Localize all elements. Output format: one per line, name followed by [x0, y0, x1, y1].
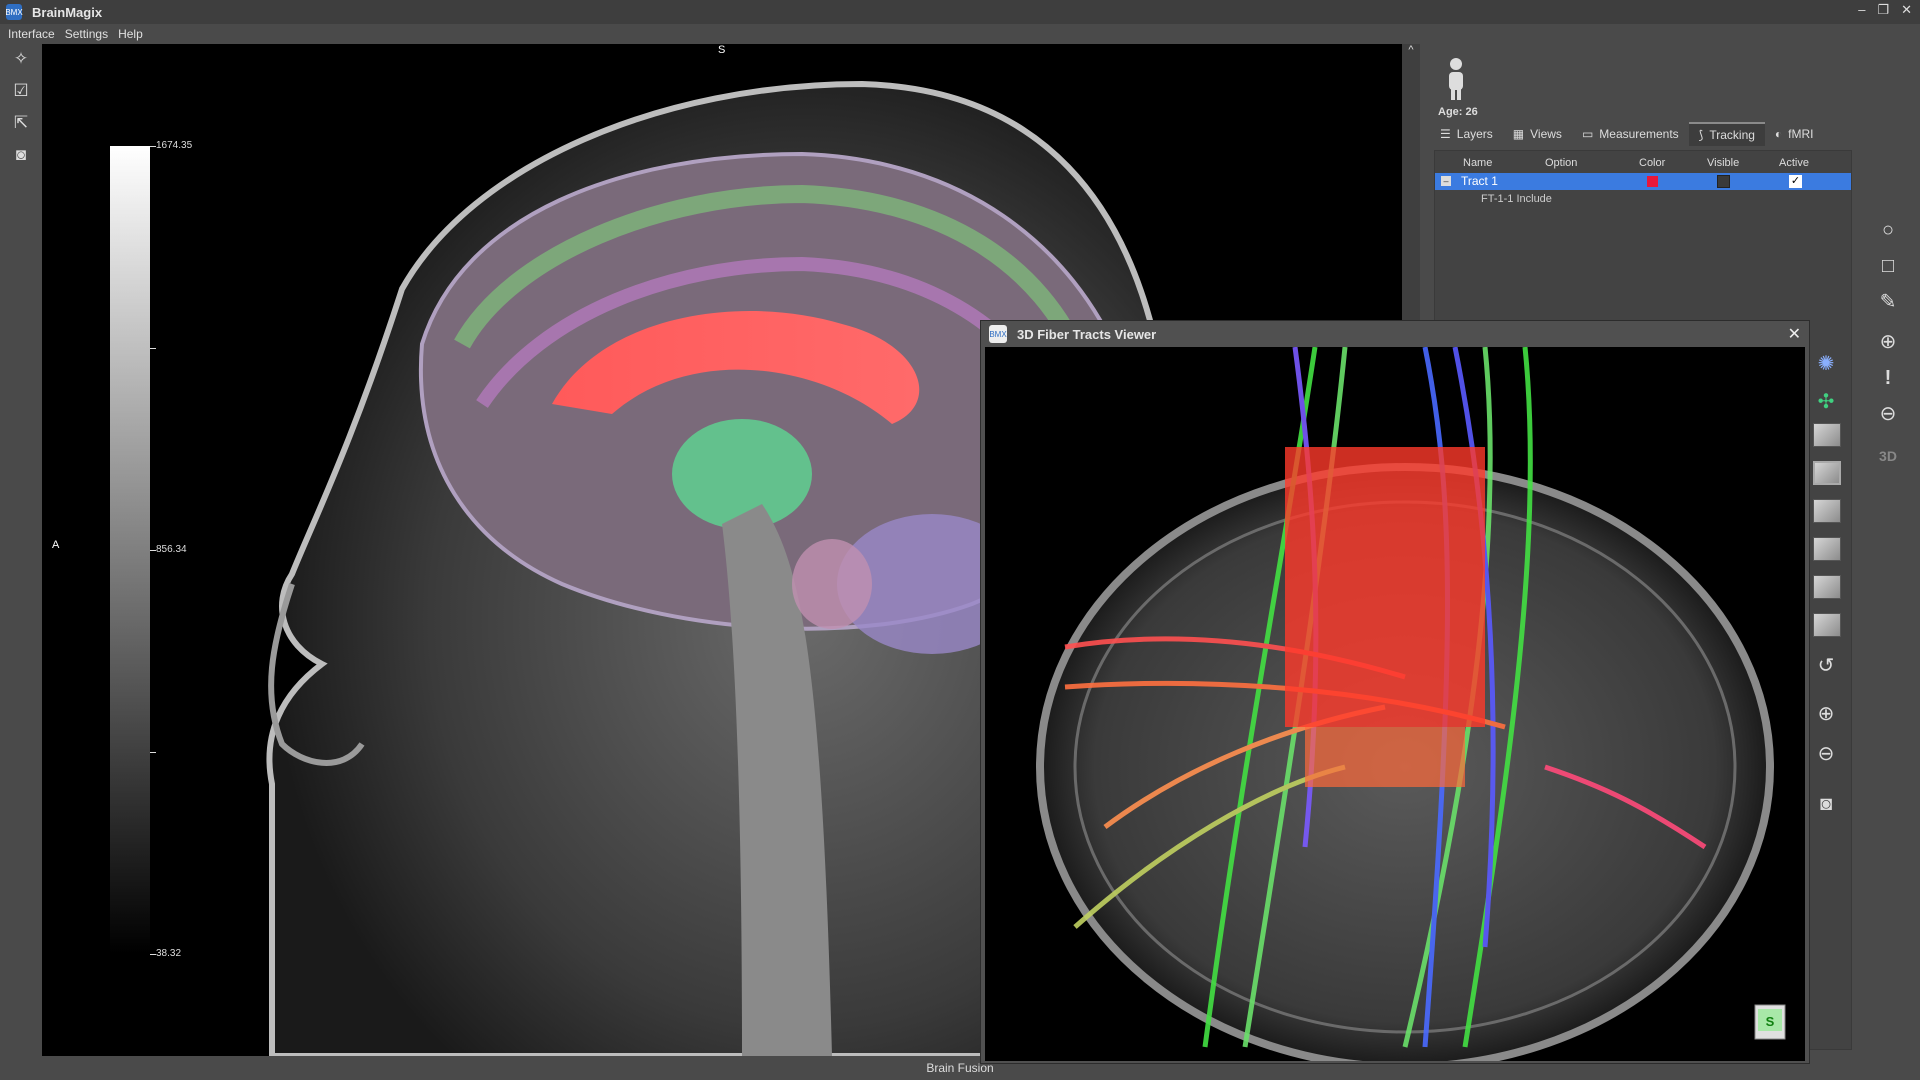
- fiber-tracts-3d-view[interactable]: S: [985, 347, 1805, 1061]
- table-header: Name Option Color Visible Active: [1435, 157, 1851, 173]
- maximize-button[interactable]: ❐: [1877, 2, 1889, 18]
- app-logo-icon: BMX: [989, 325, 1007, 343]
- colorbar: [110, 146, 150, 954]
- camera-icon[interactable]: ◙: [10, 144, 32, 166]
- export-icon[interactable]: ⇱: [10, 112, 32, 134]
- header-active: Active: [1779, 157, 1809, 169]
- 3d-icon[interactable]: 3D: [1876, 444, 1900, 468]
- menu-settings[interactable]: Settings: [65, 27, 108, 41]
- colorbar-mid-label: 856.34: [156, 544, 187, 555]
- zoom-in-icon[interactable]: ⊕: [1809, 699, 1843, 729]
- tab-tracking[interactable]: ⟆ Tracking: [1688, 122, 1765, 146]
- table-row[interactable]: – Tract 1 ✓: [1435, 173, 1851, 190]
- cube-view-icon[interactable]: [1813, 575, 1841, 599]
- minimize-button[interactable]: –: [1858, 2, 1865, 18]
- tab-label: fMRI: [1788, 127, 1814, 141]
- circle-roi-icon[interactable]: ○: [1876, 218, 1900, 242]
- collapse-icon[interactable]: –: [1441, 176, 1451, 186]
- axes-icon[interactable]: ✣: [1809, 387, 1843, 417]
- cube-view-icon[interactable]: [1813, 423, 1841, 447]
- app-logo-icon: BMX: [5, 4, 23, 20]
- header-option: Option: [1545, 157, 1578, 169]
- ruler-icon: ▭: [1581, 127, 1594, 141]
- orientation-superior: S: [718, 44, 726, 56]
- app-title: BrainMagix: [32, 4, 103, 20]
- magic-wand-icon[interactable]: ✧: [10, 48, 32, 70]
- left-toolbar: ✧ ☑ ⇱ ◙: [0, 44, 42, 1056]
- header-color: Color: [1639, 157, 1666, 169]
- list-icon: ☰: [1440, 127, 1451, 141]
- patient-age: Age: 26: [1438, 106, 1478, 118]
- header-visible: Visible: [1707, 157, 1740, 169]
- active-checkbox[interactable]: ✓: [1789, 175, 1802, 188]
- popup-title: 3D Fiber Tracts Viewer: [1017, 326, 1157, 342]
- menu-help[interactable]: Help: [118, 27, 143, 41]
- brain-render-icon[interactable]: ✺: [1809, 349, 1843, 379]
- tab-layers[interactable]: ☰ Layers: [1430, 122, 1503, 146]
- popup-close-button[interactable]: ✕: [1788, 324, 1801, 344]
- tab-fmri[interactable]: ◐ fMRI: [1765, 122, 1824, 146]
- tab-label: Tracking: [1709, 128, 1755, 142]
- camera-icon[interactable]: ◙: [1809, 789, 1843, 819]
- brain-icon: ◐: [1774, 127, 1783, 141]
- pencil-icon[interactable]: ✎: [1876, 290, 1900, 314]
- close-button[interactable]: ✕: [1901, 2, 1912, 18]
- orientation-cube-label: S: [1766, 1014, 1775, 1029]
- visible-checkbox[interactable]: [1717, 175, 1730, 188]
- chevron-up-icon[interactable]: ^: [1402, 44, 1420, 56]
- patient-icon: [1449, 58, 1463, 100]
- menu-interface[interactable]: Interface: [8, 27, 55, 41]
- cube-view-icon[interactable]: [1813, 613, 1841, 637]
- list-item[interactable]: FT-1-1 Include: [1481, 193, 1552, 205]
- tab-label: Measurements: [1599, 127, 1679, 141]
- tract-color-swatch[interactable]: [1647, 176, 1658, 187]
- orientation-anterior: A: [52, 539, 60, 551]
- header-name: Name: [1463, 157, 1493, 169]
- grid-icon: ▦: [1512, 127, 1525, 141]
- checkbox-icon[interactable]: ☑: [10, 80, 32, 102]
- tract-name: Tract 1: [1461, 174, 1498, 188]
- zoom-out-icon[interactable]: ⊖: [1809, 739, 1843, 769]
- square-roi-icon[interactable]: □: [1876, 254, 1900, 278]
- colorbar-max-label: 1674.35: [156, 140, 193, 151]
- fiber-tracts-render: S: [1036, 347, 1786, 1061]
- fiber-tracts-window[interactable]: BMX 3D Fiber Tracts Viewer ✕ S ✺ ✣ ↺ ⊕ ⊖…: [980, 320, 1841, 1064]
- add-icon[interactable]: ⊕: [1876, 330, 1900, 354]
- colorbar-min-label: 38.32: [156, 948, 182, 959]
- cube-view-icon[interactable]: [1813, 537, 1841, 561]
- tab-label: Layers: [1456, 127, 1493, 141]
- title-bar: BMX BrainMagix – ❐ ✕: [0, 0, 1920, 24]
- remove-icon[interactable]: ⊖: [1876, 402, 1900, 426]
- colorbar-tick: [150, 752, 156, 753]
- reset-icon[interactable]: ↺: [1809, 651, 1843, 681]
- cube-view-icon[interactable]: [1813, 499, 1841, 523]
- tab-measurements[interactable]: ▭ Measurements: [1572, 122, 1689, 146]
- colorbar-tick: [150, 348, 156, 349]
- exclamation-icon[interactable]: !: [1876, 366, 1900, 390]
- popup-title-bar[interactable]: BMX 3D Fiber Tracts Viewer ✕: [981, 321, 1809, 347]
- cube-view-icon[interactable]: [1813, 461, 1841, 485]
- tab-label: Views: [1530, 127, 1562, 141]
- panel-tabs: ☰ Layers ▦ Views ▭ Measurements ⟆ Tracki…: [1430, 122, 1824, 146]
- tracking-icon: ⟆: [1698, 128, 1704, 142]
- menu-bar: Interface Settings Help: [0, 24, 1920, 44]
- tab-views[interactable]: ▦ Views: [1503, 122, 1572, 146]
- right-toolbar: ○ □ ✎ ⊕ ! ⊖ 3D: [1860, 154, 1920, 1054]
